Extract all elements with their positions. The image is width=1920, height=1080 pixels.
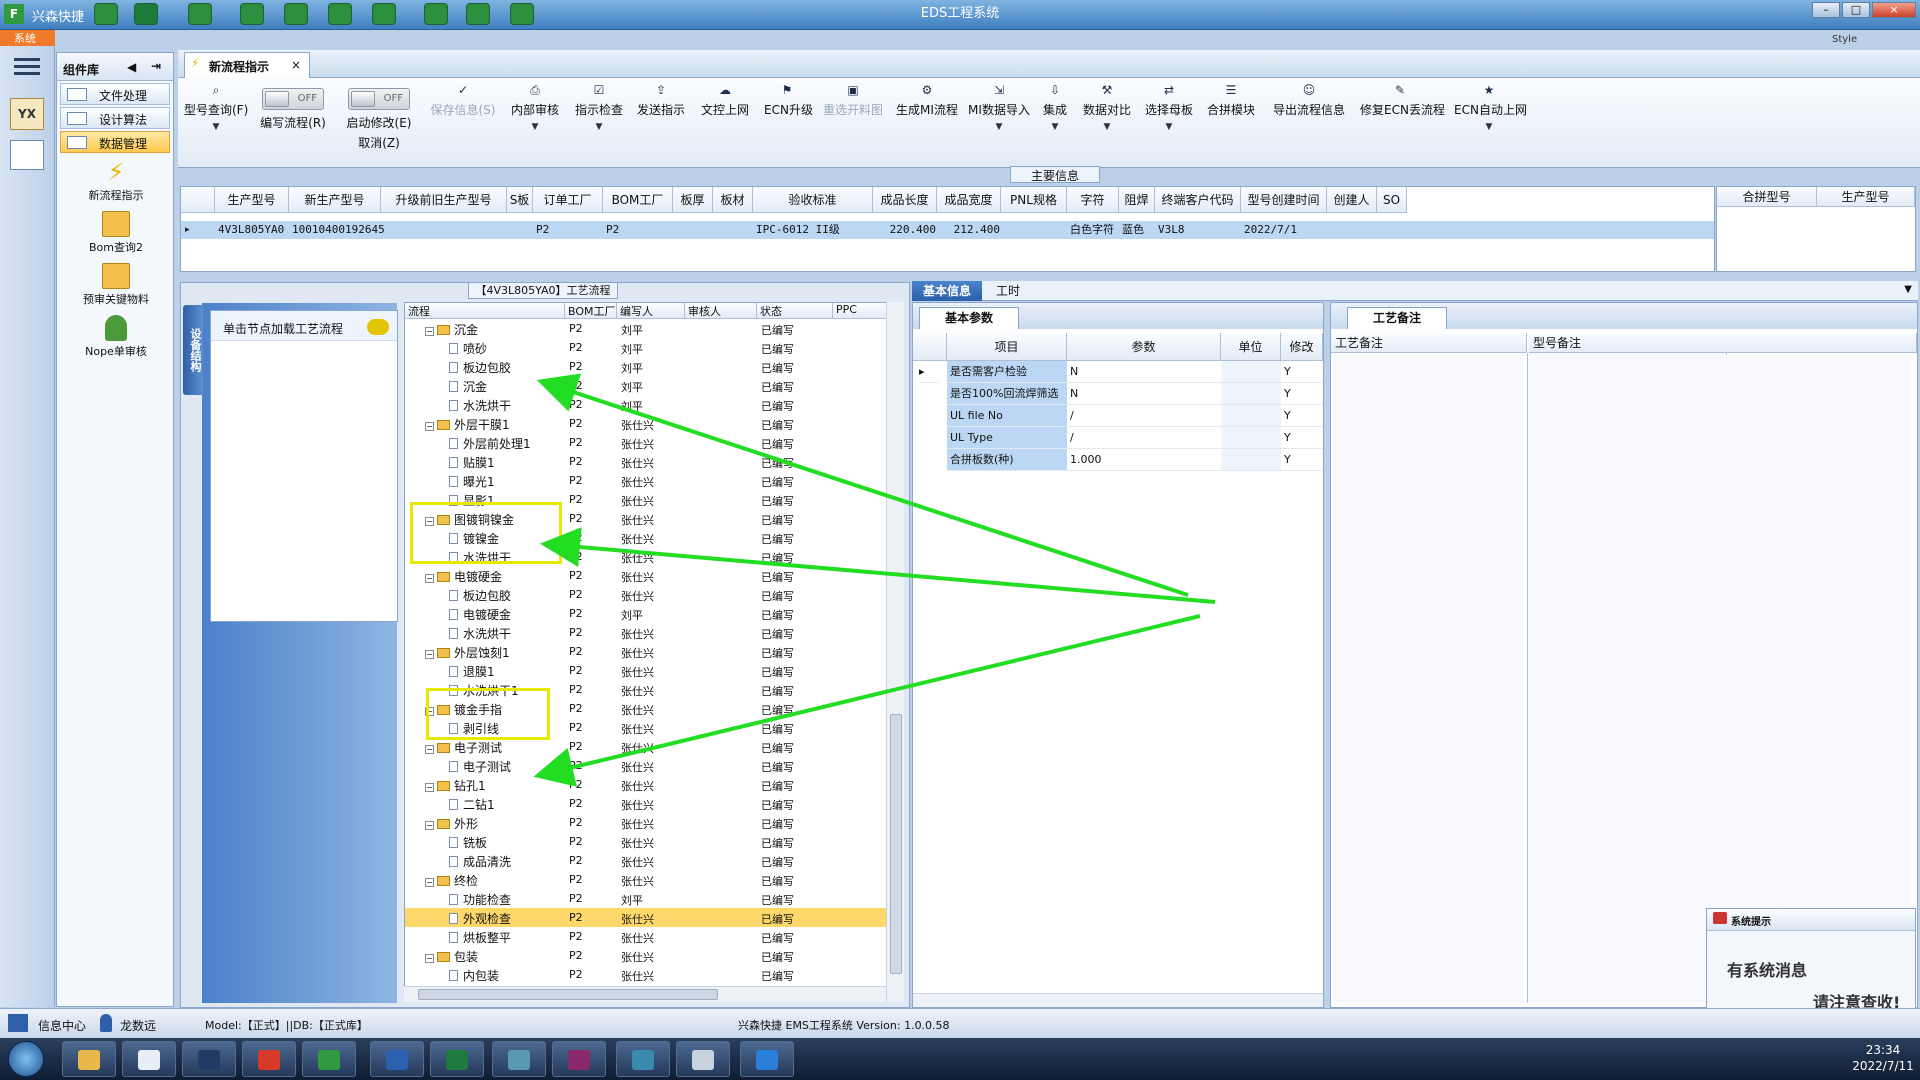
- clock-time: 23:34: [1865, 1043, 1901, 1057]
- notification-title: 系统提示: [1731, 917, 1771, 928]
- notification-header: 系统提示: [1707, 909, 1915, 931]
- taskbar-app[interactable]: [430, 1041, 484, 1077]
- arrow-line: [540, 527, 1216, 604]
- grid-icon[interactable]: [8, 1014, 28, 1032]
- taskbar-app[interactable]: [62, 1041, 116, 1077]
- taskbar-app[interactable]: [182, 1041, 236, 1077]
- taskbar-app[interactable]: [616, 1041, 670, 1077]
- model-db-status: Model:【正式】||DB:【正式库】: [205, 1019, 368, 1032]
- alert-icon: [1713, 912, 1727, 924]
- current-user: 龙数远: [120, 1019, 157, 1033]
- taskbar-app[interactable]: [676, 1041, 730, 1077]
- arrow-line: [536, 373, 1189, 597]
- notification-line1: 有系统消息: [1727, 961, 1808, 980]
- clock-date: 2022/7/11: [1852, 1059, 1914, 1073]
- taskbar-app[interactable]: [492, 1041, 546, 1077]
- taskbar-app[interactable]: [740, 1041, 794, 1077]
- taskbar-app[interactable]: [370, 1041, 424, 1077]
- info-center[interactable]: 信息中心: [38, 1017, 86, 1034]
- version-info: 兴森快捷 EMS工程系统 Version: 1.0.0.58: [738, 1019, 950, 1032]
- status-bar: 信息中心 龙数远 Model:【正式】||DB:【正式库】 兴森快捷 EMS工程…: [0, 1008, 1920, 1038]
- annotation-arrows: [533, 373, 1216, 787]
- taskbar-app[interactable]: [302, 1041, 356, 1077]
- taskbar-app[interactable]: [552, 1041, 606, 1077]
- os-taskbar: 23:34 2022/7/11: [0, 1038, 1920, 1080]
- taskbar-clock[interactable]: 23:34 2022/7/11: [1850, 1042, 1916, 1074]
- taskbar-app[interactable]: [122, 1041, 176, 1077]
- taskbar-app[interactable]: [242, 1041, 296, 1077]
- user-icon: [100, 1014, 112, 1032]
- start-button[interactable]: [8, 1041, 44, 1077]
- arrow-line: [533, 614, 1201, 787]
